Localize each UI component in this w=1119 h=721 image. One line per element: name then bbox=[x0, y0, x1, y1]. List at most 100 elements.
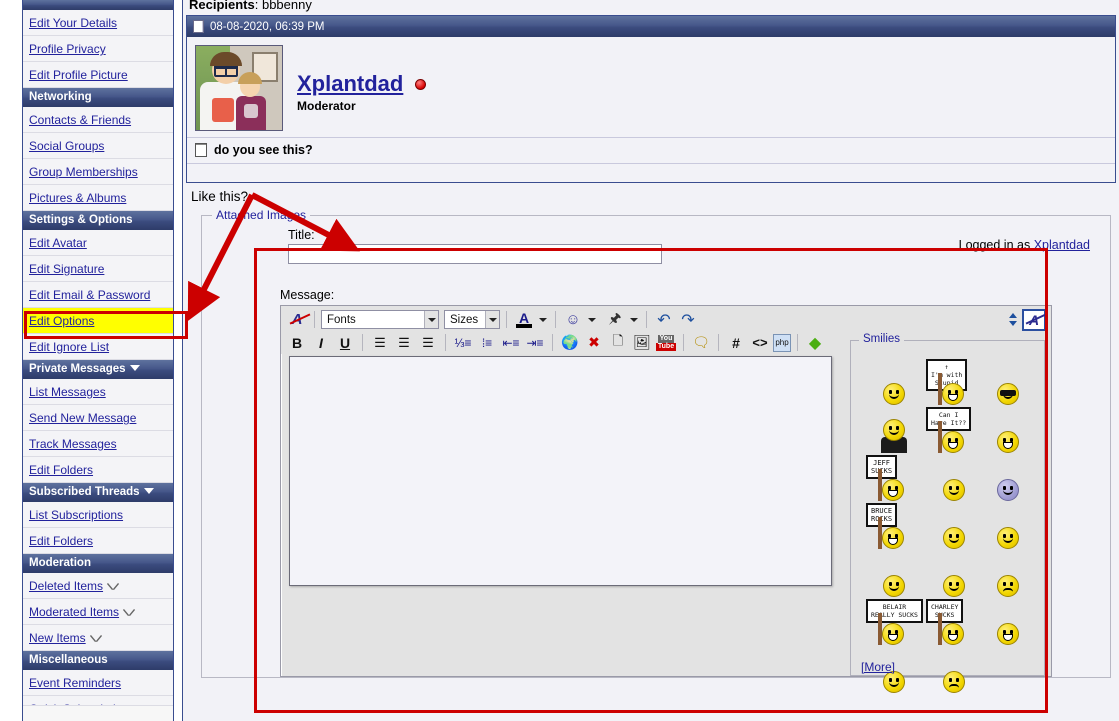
title-input[interactable] bbox=[288, 244, 662, 264]
sidebar-item-label[interactable]: List Subscriptions bbox=[29, 508, 123, 522]
smilie-bow[interactable] bbox=[877, 405, 911, 454]
insert-quote-button[interactable]: 🗨 bbox=[690, 332, 712, 353]
sidebar-item-pictures-albums[interactable]: Pictures & Albums bbox=[23, 185, 173, 211]
insert-image-button[interactable]: 🖼 bbox=[631, 332, 653, 353]
sidebar-item-label[interactable]: Track Messages bbox=[29, 437, 117, 451]
sidebar-item-label[interactable]: Edit Your Details bbox=[29, 16, 117, 30]
smilie-dart[interactable] bbox=[996, 501, 1019, 550]
sidebar-item-label[interactable]: Deleted Items bbox=[29, 579, 103, 593]
smilie-jeff-sucks[interactable]: JEFF SUCKS bbox=[864, 453, 924, 502]
smilie-squeeze[interactable] bbox=[943, 501, 965, 550]
sidebar-item-moderated-items[interactable]: Moderated Items bbox=[23, 599, 173, 625]
sidebar-item-send-new-message[interactable]: Send New Message bbox=[23, 405, 173, 431]
insert-link-button[interactable]: 🌍 bbox=[559, 332, 581, 353]
smilie-confused-question[interactable] bbox=[943, 645, 965, 694]
sidebar-item-label[interactable]: Edit Folders bbox=[29, 534, 93, 548]
sidebar-item-new-items[interactable]: New Items bbox=[23, 625, 173, 651]
sidebar-item-label[interactable]: Send New Message bbox=[29, 411, 136, 425]
sidebar-item-contacts-friends[interactable]: Contacts & Friends bbox=[23, 107, 173, 133]
sidebar-item-track-messages[interactable]: Track Messages bbox=[23, 431, 173, 457]
insert-code-button[interactable]: # bbox=[725, 332, 747, 353]
sidebar-item-label[interactable]: List Messages bbox=[29, 385, 106, 399]
sidebar-item-edit-folders[interactable]: Edit Folders bbox=[23, 457, 173, 483]
font-color-icon[interactable]: A bbox=[513, 309, 535, 330]
sidebar-section-private-messages[interactable]: Private Messages bbox=[23, 360, 173, 379]
sidebar-item-label[interactable]: Social Groups bbox=[29, 139, 104, 153]
align-right-button[interactable]: ☰ bbox=[417, 332, 439, 353]
sidebar-item-list-messages[interactable]: List Messages bbox=[23, 379, 173, 405]
smilie-belair-really-sucks[interactable]: BELAIR REALLY SUCKS bbox=[864, 597, 924, 646]
smilie-can-i-have-it[interactable]: Can I Have It?? bbox=[924, 405, 984, 454]
insert-html-button[interactable]: <> bbox=[749, 332, 771, 353]
smilie-thumbsup[interactable] bbox=[943, 549, 965, 598]
sidebar-item-label[interactable]: Profile Privacy bbox=[29, 42, 106, 56]
poster-username-link[interactable]: Xplantdad bbox=[297, 71, 403, 97]
sidebar-item-deleted-items[interactable]: Deleted Items bbox=[23, 573, 173, 599]
redo-icon[interactable]: ↷ bbox=[677, 309, 699, 330]
message-text-area[interactable] bbox=[289, 356, 832, 586]
toggle-wysiwyg-icon[interactable]: A bbox=[1022, 308, 1047, 331]
sidebar-item-edit-avatar[interactable]: Edit Avatar bbox=[23, 230, 173, 256]
smilie-dropdown-icon[interactable] bbox=[586, 309, 598, 330]
sidebar-item-edit-email-password[interactable]: Edit Email & Password bbox=[23, 282, 173, 308]
sidebar-item-label[interactable]: Pictures & Albums bbox=[29, 191, 126, 205]
sidebar-item-label[interactable]: Edit Email & Password bbox=[29, 288, 150, 302]
underline-button[interactable]: U bbox=[334, 332, 356, 353]
italic-button[interactable]: I bbox=[310, 332, 332, 353]
font-size-select[interactable]: Sizes bbox=[444, 310, 500, 329]
sidebar-item-edit-folders[interactable]: Edit Folders bbox=[23, 528, 173, 554]
insert-email-button[interactable]: 🗋 bbox=[607, 332, 629, 353]
indent-button[interactable]: ⇥≡ bbox=[524, 332, 546, 353]
outdent-button[interactable]: ⇤≡ bbox=[500, 332, 522, 353]
remove-link-button[interactable]: ✖ bbox=[583, 332, 605, 353]
font-family-select[interactable]: Fonts bbox=[321, 310, 439, 329]
sidebar-item-quick-subscriptions[interactable]: Quick Subscriptions bbox=[23, 696, 173, 706]
resize-editor-icon[interactable] bbox=[1007, 309, 1019, 330]
bold-button[interactable]: B bbox=[286, 332, 308, 353]
align-center-button[interactable]: ☰ bbox=[393, 332, 415, 353]
sidebar-item-edit-profile-picture[interactable]: Edit Profile Picture bbox=[23, 62, 173, 88]
smilie-teeth[interactable] bbox=[996, 597, 1019, 646]
sidebar-item-edit-signature[interactable]: Edit Signature bbox=[23, 256, 173, 282]
sidebar-item-label[interactable]: Edit Profile Picture bbox=[29, 68, 128, 82]
insert-php-button[interactable]: php bbox=[773, 333, 791, 352]
unordered-list-button[interactable]: ⁞≡ bbox=[476, 332, 498, 353]
smilies-more-link[interactable]: [More] bbox=[861, 660, 895, 674]
smilie-sick[interactable] bbox=[996, 549, 1019, 598]
sidebar-item-label[interactable]: Contacts & Friends bbox=[29, 113, 131, 127]
sidebar-item-social-groups[interactable]: Social Groups bbox=[23, 133, 173, 159]
sidebar-item-profile-privacy[interactable]: Profile Privacy bbox=[23, 36, 173, 62]
sidebar-item-label[interactable]: Edit Folders bbox=[29, 463, 93, 477]
smilie-ghost[interactable] bbox=[996, 453, 1019, 502]
attachment-dropdown-icon[interactable] bbox=[628, 309, 640, 330]
sidebar-item-label[interactable]: Group Memberships bbox=[29, 165, 138, 179]
sidebar-item-group-memberships[interactable]: Group Memberships bbox=[23, 159, 173, 185]
ordered-list-button[interactable]: ⅓≡ bbox=[452, 332, 474, 353]
smilie-im-with-stupid[interactable]: ↑ I'm with Stupid bbox=[924, 357, 984, 406]
logged-in-user-link[interactable]: Xplantdad bbox=[1034, 238, 1090, 252]
sidebar-item-label[interactable]: Edit Avatar bbox=[29, 236, 87, 250]
remove-formatting-icon[interactable]: A bbox=[286, 309, 310, 330]
sidebar-section-subscribed-threads[interactable]: Subscribed Threads bbox=[23, 483, 173, 502]
font-color-dropdown-icon[interactable] bbox=[537, 309, 549, 330]
sidebar-item-label[interactable]: New Items bbox=[29, 631, 86, 645]
smilie-eek[interactable] bbox=[883, 549, 905, 598]
smilie-icon[interactable]: ☺ bbox=[562, 309, 584, 330]
smilie-charley-sucks[interactable]: CHARLEY SUCKS bbox=[924, 597, 984, 646]
sidebar-item-event-reminders[interactable]: Event Reminders bbox=[23, 670, 173, 696]
insert-flash-button[interactable]: ◆ bbox=[804, 332, 826, 353]
sidebar-item-label[interactable]: Event Reminders bbox=[29, 676, 121, 690]
undo-icon[interactable]: ↶ bbox=[653, 309, 675, 330]
smilie-confused[interactable] bbox=[883, 357, 905, 406]
sidebar-item-edit-options[interactable]: Edit Options bbox=[23, 308, 173, 334]
attachment-icon[interactable]: 🖈 bbox=[604, 309, 626, 330]
align-left-button[interactable]: ☰ bbox=[369, 332, 391, 353]
sidebar-item-label[interactable]: Moderated Items bbox=[29, 605, 119, 619]
sidebar-item-edit-ignore-list[interactable]: Edit Ignore List bbox=[23, 334, 173, 360]
sidebar-item-label[interactable]: Edit Ignore List bbox=[29, 340, 109, 354]
insert-video-button[interactable]: You Tube bbox=[655, 332, 677, 353]
sidebar-item-edit-your-details[interactable]: Edit Your Details bbox=[23, 10, 173, 36]
smilie-cool[interactable] bbox=[996, 357, 1019, 406]
sidebar-item-list-subscriptions[interactable]: List Subscriptions bbox=[23, 502, 173, 528]
smilie-surprised[interactable] bbox=[943, 453, 965, 502]
